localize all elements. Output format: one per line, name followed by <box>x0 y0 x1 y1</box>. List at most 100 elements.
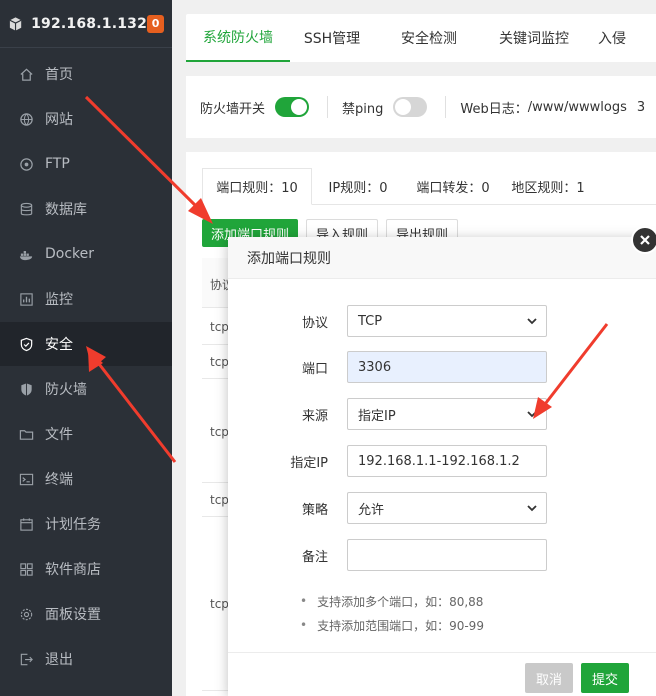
sidebar-item-label: FTP <box>45 156 70 172</box>
sidebar-item-files[interactable]: 文件 <box>0 412 172 456</box>
subtab-ip-rules[interactable]: IP规则：0 <box>312 168 404 205</box>
tab-keyword-monitor[interactable]: 关键词监控 <box>484 14 584 62</box>
sidebar-item-security[interactable]: 安全 <box>0 322 172 366</box>
docker-icon <box>18 246 34 262</box>
ping-switch[interactable] <box>393 97 428 117</box>
protocol-row: 协议 TCP <box>228 305 656 337</box>
weblog-path-link[interactable]: /www/wwwlogs <box>528 100 627 115</box>
specified-ip-input[interactable]: 192.168.1.1-192.168.1.2 <box>347 445 547 477</box>
source-select-value: 指定IP <box>358 408 396 424</box>
sidebar-item-panel-settings[interactable]: 面板设置 <box>0 592 172 636</box>
chevron-down-icon <box>527 505 537 512</box>
sidebar-item-database[interactable]: 数据库 <box>0 187 172 231</box>
sidebar-item-label: 终端 <box>45 472 73 488</box>
sidebar-item-label: 数据库 <box>45 202 87 218</box>
tip-port-range: 支持添加范围端口，如：90-99 <box>300 613 484 637</box>
sidebar-header: 192.168.1.132 0 <box>0 0 172 48</box>
specified-ip-label: 指定IP <box>290 455 328 471</box>
subtab-region-rules[interactable]: 地区规则：1 <box>502 168 594 205</box>
subtab-port-forward[interactable]: 端口转发：0 <box>404 168 502 205</box>
sidebar-item-firewall[interactable]: 防火墙 <box>0 367 172 411</box>
ftp-icon <box>18 156 34 172</box>
shield-check-icon <box>18 336 34 352</box>
remark-row: 备注 <box>228 539 656 571</box>
divider <box>327 96 329 118</box>
sidebar-item-docker[interactable]: Docker <box>0 232 172 276</box>
tab-system-firewall[interactable]: 系统防火墙 <box>186 14 290 62</box>
cell-protocol: tcp <box>210 493 229 507</box>
dialog-title: 添加端口规则 <box>228 237 656 279</box>
port-label: 端口 <box>301 361 328 377</box>
remark-label: 备注 <box>301 549 328 565</box>
dialog-footer: 取消 提交 <box>228 652 656 696</box>
sidebar-item-cron[interactable]: 计划任务 <box>0 502 172 546</box>
sidebar-item-label: 监控 <box>45 292 73 308</box>
firewall-switch-label: 防火墙开关 <box>200 101 266 117</box>
source-select[interactable]: 指定IP <box>347 398 547 430</box>
chevron-down-icon <box>527 411 537 418</box>
gear-icon <box>18 606 34 622</box>
sidebar-item-label: 文件 <box>45 427 73 443</box>
terminal-icon <box>18 471 34 487</box>
sidebar: 192.168.1.132 0 首页 网站 FTP 数据库 Docker 监控 … <box>0 0 172 696</box>
add-port-rule-dialog: 添加端口规则 协议 TCP 端口 3306 来源 指定IP 指定IP 192.1… <box>228 237 656 696</box>
shield-icon <box>18 381 34 397</box>
sidebar-item-terminal[interactable]: 终端 <box>0 457 172 501</box>
logout-icon <box>18 651 34 667</box>
source-row: 来源 指定IP <box>228 398 656 430</box>
policy-row: 策略 允许 <box>228 492 656 524</box>
close-icon <box>640 235 650 245</box>
sidebar-item-logout[interactable]: 退出 <box>0 637 172 681</box>
specified-ip-row: 指定IP 192.168.1.1-192.168.1.2 <box>228 445 656 477</box>
weblog-extra: 3 <box>636 99 646 115</box>
notification-badge[interactable]: 0 <box>147 14 164 33</box>
tip-multiple-ports: 支持添加多个端口，如：80,88 <box>300 589 484 613</box>
server-logo-icon <box>9 16 22 31</box>
sidebar-item-app-store[interactable]: 软件商店 <box>0 547 172 591</box>
sidebar-item-label: 网站 <box>45 112 73 128</box>
sidebar-item-ftp[interactable]: FTP <box>0 142 172 186</box>
port-input[interactable]: 3306 <box>347 351 547 383</box>
sidebar-item-website[interactable]: 网站 <box>0 97 172 141</box>
cancel-button[interactable]: 取消 <box>525 663 573 693</box>
rule-subtabs: 端口规则：10 IP规则：0 端口转发：0 地区规则：1 <box>202 168 656 205</box>
subtab-port-rules[interactable]: 端口规则：10 <box>202 168 312 205</box>
folder-icon <box>18 426 34 442</box>
remark-input[interactable] <box>347 539 547 571</box>
database-icon <box>18 201 34 217</box>
firewall-switch[interactable] <box>275 97 310 117</box>
cell-protocol: tcp <box>210 355 229 369</box>
protocol-label: 协议 <box>301 315 328 331</box>
tab-security-check[interactable]: 安全检测 <box>374 14 484 62</box>
policy-select-value: 允许 <box>358 502 385 518</box>
tab-intrusion[interactable]: 入侵 <box>584 14 644 62</box>
cell-protocol: tcp <box>210 425 229 439</box>
port-row: 端口 3306 <box>228 351 656 383</box>
policy-select[interactable]: 允许 <box>347 492 547 524</box>
sidebar-item-label: 首页 <box>45 67 73 83</box>
sidebar-item-label: 安全 <box>45 337 73 353</box>
globe-icon <box>18 111 34 127</box>
sidebar-item-label: 软件商店 <box>45 562 101 578</box>
protocol-select[interactable]: TCP <box>347 305 547 337</box>
weblog-label: Web日志： <box>460 101 528 117</box>
chevron-down-icon <box>527 318 537 325</box>
sidebar-item-monitor[interactable]: 监控 <box>0 277 172 321</box>
calendar-icon <box>18 516 34 532</box>
dialog-close-button[interactable] <box>631 226 656 254</box>
submit-button[interactable]: 提交 <box>581 663 629 693</box>
sidebar-item-label: Docker <box>45 246 95 262</box>
sidebar-item-label: 计划任务 <box>45 517 101 533</box>
tab-ssh[interactable]: SSH管理 <box>290 14 374 62</box>
cell-protocol: tcp <box>210 320 229 334</box>
ping-switch-label: 禁ping <box>342 101 384 117</box>
monitor-icon <box>18 291 34 307</box>
sidebar-item-label: 退出 <box>45 652 73 668</box>
dialog-tips: 支持添加多个端口，如：80,88 支持添加范围端口，如：90-99 <box>300 589 484 637</box>
policy-label: 策略 <box>301 502 328 518</box>
sidebar-item-label: 面板设置 <box>45 607 101 623</box>
protocol-select-value: TCP <box>358 313 383 329</box>
sidebar-item-home[interactable]: 首页 <box>0 52 172 96</box>
firewall-toolbar: 防火墙开关 禁ping Web日志： /www/wwwlogs 3 <box>186 76 656 138</box>
source-label: 来源 <box>301 408 328 424</box>
